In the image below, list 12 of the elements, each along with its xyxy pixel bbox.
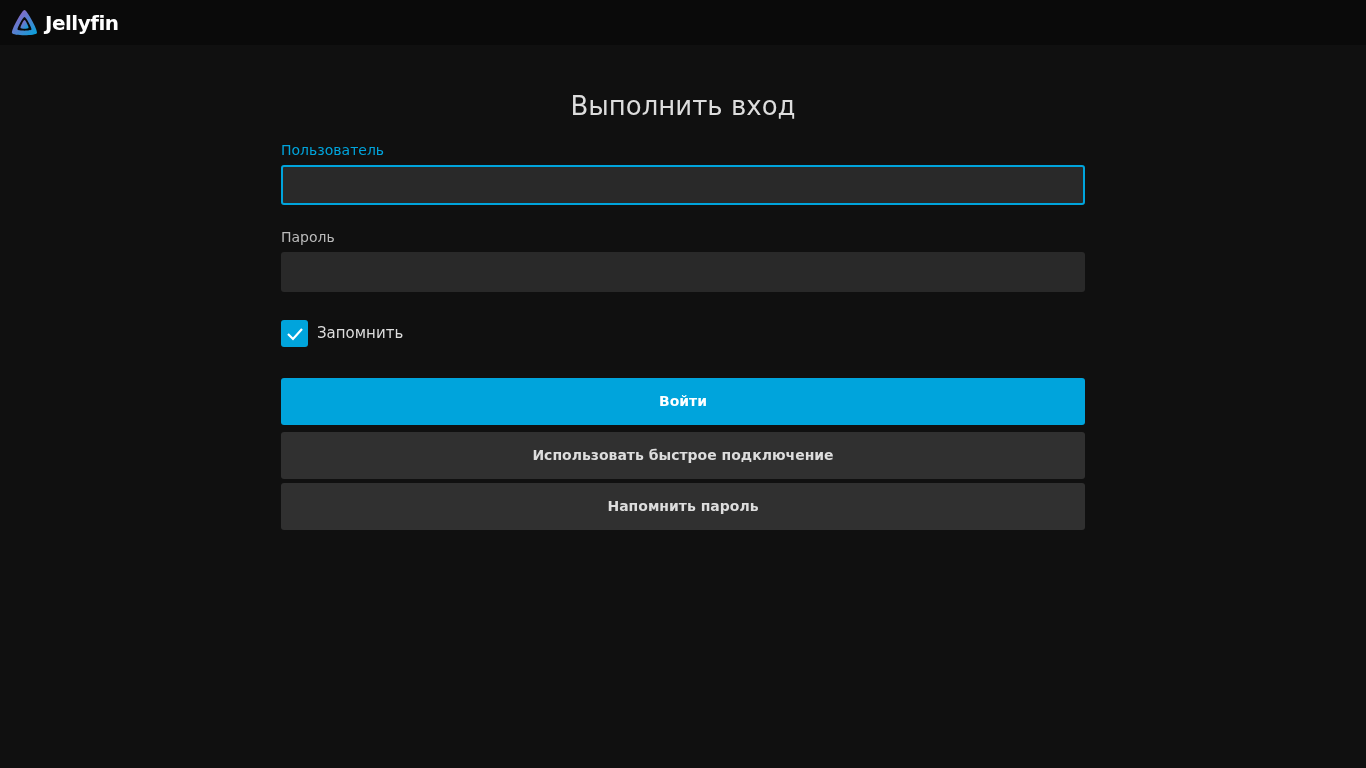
secondary-button[interactable]: Напомнить пароль [281, 483, 1085, 530]
input-field[interactable] [281, 165, 1085, 205]
checkmark-icon [285, 326, 304, 341]
secondary-button[interactable]: Использовать быстрое подключение [281, 432, 1085, 479]
field-label: Пароль [281, 228, 336, 247]
input-field[interactable] [281, 252, 1085, 292]
logo-text: Jellyfin [45, 9, 119, 37]
page-title: Выполнить вход [569, 90, 797, 123]
logo-icon [9, 7, 40, 38]
remember-checkbox[interactable] [281, 320, 308, 347]
checkbox-label: Запомнить [317, 323, 404, 345]
field-label: Пользователь [281, 141, 386, 160]
